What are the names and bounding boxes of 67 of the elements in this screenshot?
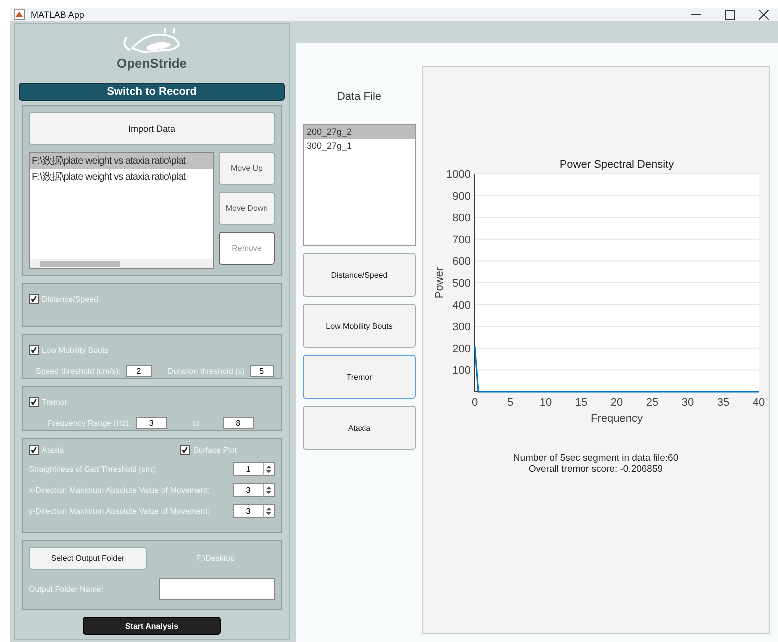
output-folder-name-label: Output Folder Name: [29,584,104,594]
y-tick-label: 400 [452,300,471,312]
y-axis-label: Power [434,267,446,299]
x-tick-label: 25 [646,397,659,409]
y-tick-label: 500 [452,278,471,290]
x-axis-label: Frequency [591,413,643,425]
window-title: MATLAB App [31,10,84,20]
spinner-field[interactable]: 3 [233,483,275,497]
analysis-button[interactable]: Ataxia [303,406,416,450]
y-tick-label: 300 [452,322,471,334]
checkmark-icon [181,446,190,454]
analysis-button[interactable]: Distance/Speed [303,253,416,297]
x-tick-label: 35 [717,397,730,409]
checkmark-icon [30,295,38,303]
horizontal-scrollbar[interactable] [30,259,213,268]
maximize-icon[interactable] [725,10,735,20]
list-action-button[interactable]: Move Up [219,152,275,185]
speed-threshold-label: Speed threshold (cm/s): [36,366,121,376]
y-tick-label: 600 [452,256,471,268]
x-tick-label: 20 [610,397,624,409]
app-icon [14,9,25,20]
app-logo-text: OpenStride [116,56,188,71]
frequency-range-label: Frequency Range (Hz): [48,418,132,428]
result-text: Number of 5sec segment in data file:60 [513,453,679,464]
analysis-button[interactable]: Low Mobility Bouts [303,304,416,348]
spinner-field[interactable]: 3 [233,504,275,518]
checkmark-icon [30,446,38,454]
data-file-item[interactable]: 300_27g_1 [304,139,415,153]
x-tick-label: 15 [575,397,588,409]
select-output-folder-button[interactable]: Select Output Folder [29,547,147,570]
spinner-field[interactable]: 1 [233,462,275,476]
y-tick-label: 800 [452,212,471,225]
duration-threshold-field[interactable]: 5 [250,365,274,377]
file-list-item[interactable]: F:\数据\plate weight vs ataxia ratio\plat [30,169,213,185]
list-action-button[interactable]: Move Down [219,192,275,225]
y-tick-label: 100 [452,365,471,378]
output-path-label: F:\Desktop [196,554,235,563]
checkmark-icon [30,346,38,354]
x-tick-label: 5 [507,397,514,409]
y-tick-label: 200 [452,343,471,356]
data-file-item[interactable]: 200_27g_2 [304,125,415,139]
frequency-from-field[interactable]: 3 [136,417,168,429]
data-file-title: Data File [337,91,382,103]
x-tick-label: 30 [682,397,694,409]
threshold-label: Straightness of Gait Threshold (cm): [29,464,158,474]
result-text: Overall tremor score: -0.206859 [528,464,664,475]
y-tick-label: 700 [452,234,471,246]
start-analysis-button[interactable]: Start Analysis [83,617,221,635]
switch-to-record-button[interactable]: Switch to Record [19,83,285,101]
checkmark-icon [30,398,38,406]
import-data-button[interactable]: Import Data [29,112,275,145]
x-tick-label: 0 [472,397,478,409]
speed-threshold-field[interactable]: 2 [126,365,152,377]
y-tick-label: 900 [452,190,471,203]
output-folder-name-field[interactable] [159,578,275,600]
analysis-button[interactable]: Tremor [303,355,416,399]
duration-threshold-label: Duration threshold (s) [168,366,245,376]
x-tick-label: 40 [752,397,766,409]
y-tick-label: 1000 [446,169,471,181]
threshold-label: y-Direction Maximum Absolute Value of Movement: [29,506,210,516]
to-label: to [193,418,200,428]
chart-title: Power Spectral Density [560,159,674,171]
x-tick-label: 10 [540,397,552,409]
threshold-label: x-Direction Maximum Absolute Value of Movement: [29,486,210,494]
file-list-item[interactable]: F:\数据\plate weight vs ataxia ratio\plat [30,153,213,169]
close-icon[interactable] [759,10,769,20]
frequency-to-field[interactable]: 8 [222,417,254,429]
